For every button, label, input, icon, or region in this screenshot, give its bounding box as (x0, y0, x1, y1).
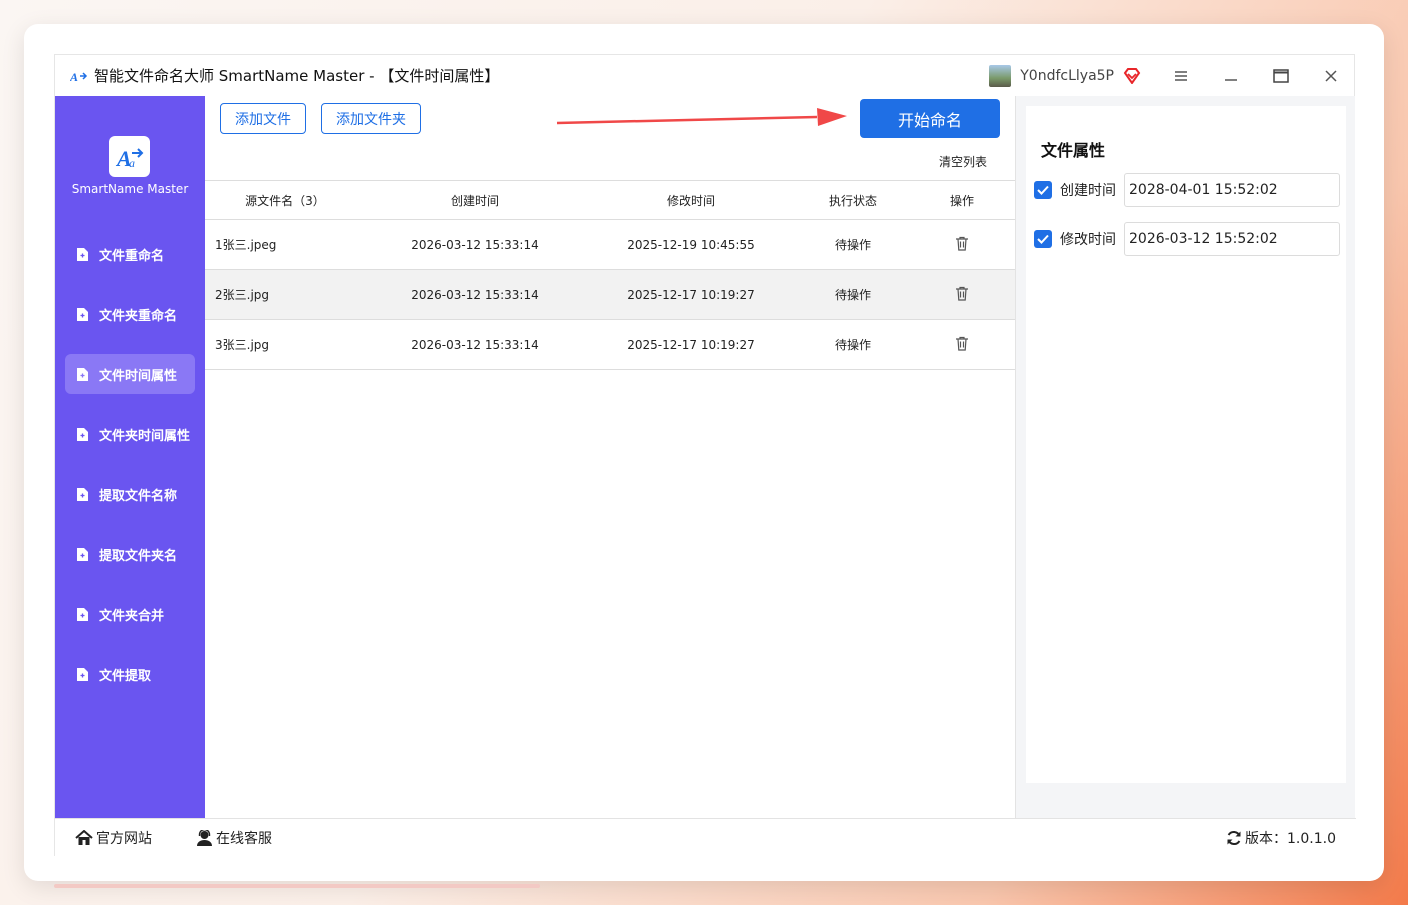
file-icon (77, 667, 89, 681)
properties-card: 文件属性 创建时间 修改时间 (1026, 106, 1346, 783)
support-link[interactable]: 在线客服 (196, 819, 272, 857)
sidebar-item-folder-time[interactable]: 文件夹时间属性 (65, 414, 195, 454)
cell-filename: 1张三.jpeg (215, 238, 277, 252)
sidebar-item-file-time[interactable]: 文件时间属性 (65, 354, 195, 394)
title-bar: A 智能文件命名大师 SmartName Master - 【文件时间属性】 Y… (55, 55, 1356, 96)
sidebar-item-extract-filename[interactable]: 提取文件名称 (65, 474, 195, 514)
created-time-row: 创建时间 (1034, 173, 1340, 207)
status-bar: 官方网站 在线客服 版本：1.0.1.0 (55, 818, 1356, 857)
sidebar: Aa SmartName Master 文件重命名 文件夹重命名 文件时间属性 … (55, 96, 205, 818)
cell-status: 待操作 (834, 238, 871, 252)
maximize-icon[interactable] (1256, 55, 1306, 96)
properties-panel: 文件属性 创建时间 修改时间 (1015, 96, 1355, 818)
main-content: 添加文件 添加文件夹 开始命名 清空列表 源文件名（3） 创建时间 修改时间 执… (205, 96, 1015, 818)
customer-service-icon (196, 830, 213, 846)
sidebar-item-label: 文件提取 (99, 668, 152, 684)
file-icon (77, 367, 89, 381)
website-link[interactable]: 官方网站 (75, 819, 152, 857)
file-icon (77, 547, 89, 561)
modified-time-label: 修改时间 (1060, 232, 1116, 248)
panel-title: 文件属性 (1041, 141, 1106, 160)
modified-time-row: 修改时间 (1034, 222, 1340, 256)
sidebar-item-label: 文件夹重命名 (99, 308, 178, 324)
cell-status: 待操作 (834, 338, 871, 352)
cell-created: 2026-03-12 15:33:14 (411, 337, 539, 352)
trash-icon[interactable] (955, 286, 969, 304)
annotation-arrow (556, 108, 847, 126)
table-row[interactable]: 2张三.jpg 2026-03-12 15:33:14 2025-12-17 1… (205, 270, 1015, 320)
cell-filename: 3张三.jpg (215, 338, 270, 352)
file-icon (77, 487, 89, 501)
cell-created: 2026-03-12 15:33:14 (411, 287, 539, 302)
refresh-icon (1226, 830, 1242, 846)
sidebar-logo-icon: Aa (109, 136, 150, 177)
table-row[interactable]: 1张三.jpeg 2026-03-12 15:33:14 2025-12-19 … (205, 220, 1015, 270)
home-icon (75, 830, 93, 846)
start-rename-button[interactable]: 开始命名 (860, 99, 1000, 138)
sidebar-item-label: 文件夹合并 (99, 608, 165, 624)
close-icon[interactable] (1306, 55, 1356, 96)
file-table: 源文件名（3） 创建时间 修改时间 执行状态 操作 1张三.jpeg 2026-… (205, 180, 1015, 370)
sidebar-item-label: 提取文件夹名 (99, 548, 178, 564)
sidebar-item-folder-merge[interactable]: 文件夹合并 (65, 594, 195, 634)
trash-icon[interactable] (955, 336, 969, 354)
sidebar-item-label: 提取文件名称 (99, 488, 178, 504)
cell-modified: 2025-12-17 10:19:27 (627, 337, 755, 352)
menu-icon[interactable] (1156, 55, 1206, 96)
add-file-button[interactable]: 添加文件 (220, 103, 306, 134)
vip-diamond-icon[interactable] (1122, 66, 1142, 86)
table-header: 源文件名（3） 创建时间 修改时间 执行状态 操作 (205, 180, 1015, 220)
cell-modified: 2025-12-17 10:19:27 (627, 287, 755, 302)
created-time-label: 创建时间 (1060, 183, 1116, 199)
header-filename: 源文件名（3） (245, 193, 325, 208)
table-row[interactable]: 3张三.jpg 2026-03-12 15:33:14 2025-12-17 1… (205, 320, 1015, 370)
sidebar-item-file-extract[interactable]: 文件提取 (65, 654, 195, 694)
app-window: A 智能文件命名大师 SmartName Master - 【文件时间属性】 Y… (54, 54, 1356, 857)
sidebar-item-label: 文件重命名 (99, 248, 165, 264)
created-time-input[interactable] (1124, 173, 1340, 207)
title-bar-controls: Y0ndfcLlya5P (989, 55, 1356, 96)
header-created: 创建时间 (450, 193, 499, 208)
svg-text:A: A (70, 70, 78, 83)
sidebar-item-label: 文件时间属性 (99, 368, 178, 384)
svg-text:a: a (129, 156, 135, 170)
modified-time-checkbox[interactable] (1034, 230, 1052, 248)
version-label: 版本：1.0.1.0 (1245, 831, 1336, 847)
sidebar-item-extract-foldername[interactable]: 提取文件夹名 (65, 534, 195, 574)
add-folder-button[interactable]: 添加文件夹 (321, 103, 421, 134)
sidebar-item-label: 文件夹时间属性 (99, 428, 191, 444)
minimize-icon[interactable] (1206, 55, 1256, 96)
header-action: 操作 (949, 193, 974, 208)
cell-created: 2026-03-12 15:33:14 (411, 237, 539, 252)
sidebar-item-file-rename[interactable]: 文件重命名 (65, 234, 195, 274)
version-info[interactable]: 版本：1.0.1.0 (1226, 819, 1336, 857)
trash-icon[interactable] (955, 236, 969, 254)
username[interactable]: Y0ndfcLlya5P (1020, 68, 1114, 84)
horizontal-scrollbar[interactable] (54, 884, 540, 888)
header-modified: 修改时间 (666, 193, 715, 208)
website-label: 官方网站 (96, 831, 152, 847)
header-status: 执行状态 (828, 193, 877, 208)
avatar[interactable] (989, 64, 1012, 87)
sidebar-logo-text: SmartName Master (71, 182, 189, 196)
file-icon (77, 247, 89, 261)
modified-time-input[interactable] (1124, 222, 1340, 256)
window-title: 智能文件命名大师 SmartName Master - 【文件时间属性】 (94, 67, 500, 85)
clear-list-link[interactable]: 清空列表 (939, 153, 987, 170)
file-icon (77, 607, 89, 621)
app-logo-icon: A (70, 67, 88, 85)
file-icon (77, 307, 89, 321)
file-icon (77, 427, 89, 441)
sidebar-item-folder-rename[interactable]: 文件夹重命名 (65, 294, 195, 334)
created-time-checkbox[interactable] (1034, 181, 1052, 199)
cell-modified: 2025-12-19 10:45:55 (627, 237, 755, 252)
cell-status: 待操作 (834, 288, 871, 302)
support-label: 在线客服 (216, 831, 272, 847)
cell-filename: 2张三.jpg (215, 288, 270, 302)
